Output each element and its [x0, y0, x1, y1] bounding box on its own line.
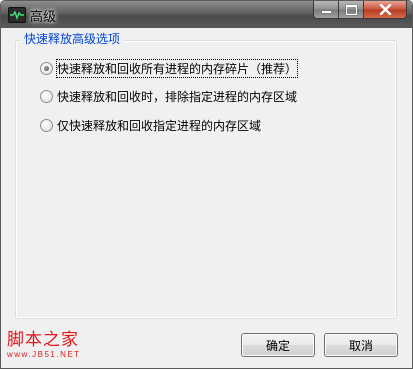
- radio-only-specified[interactable]: [40, 118, 53, 132]
- title-bar[interactable]: 高级: [1, 1, 412, 28]
- watermark-text: 脚本之家: [7, 330, 79, 350]
- app-icon: [8, 7, 26, 23]
- option-exclude-processes[interactable]: 快速释放和回收时，排除指定进程的内存区域: [40, 88, 297, 104]
- option-label: 仅快速释放和回收指定进程的内存区域: [57, 118, 262, 133]
- close-button[interactable]: [364, 1, 407, 19]
- groupbox-title: 快速释放高级选项: [21, 32, 124, 46]
- ok-button[interactable]: 确定: [241, 333, 315, 357]
- watermark-url: www.JB51.NET: [7, 350, 81, 359]
- maximize-button[interactable]: [339, 1, 364, 19]
- option-label: 快速释放和回收时，排除指定进程的内存区域: [57, 89, 298, 104]
- radio-release-all[interactable]: [40, 61, 53, 75]
- window-title: 高级: [30, 10, 57, 25]
- option-release-all[interactable]: 快速释放和回收所有进程的内存碎片（推荐）: [40, 58, 299, 78]
- close-icon: [379, 4, 392, 15]
- option-label: 快速释放和回收所有进程的内存碎片（推荐）: [55, 58, 299, 78]
- watermark-logo: 脚本之家 www.JB51.NET: [7, 332, 81, 359]
- radio-exclude-processes[interactable]: [40, 89, 53, 103]
- caption-buttons: [313, 1, 407, 20]
- options-groupbox: [15, 40, 397, 319]
- option-only-specified[interactable]: 仅快速释放和回收指定进程的内存区域: [40, 117, 261, 133]
- minimize-button[interactable]: [313, 1, 339, 19]
- dialog-window: 高级 快速释放高级选项 快速释放和回收所有进程的内存碎片（推荐） 快速释放和回收…: [0, 0, 413, 369]
- cancel-button[interactable]: 取消: [324, 333, 398, 357]
